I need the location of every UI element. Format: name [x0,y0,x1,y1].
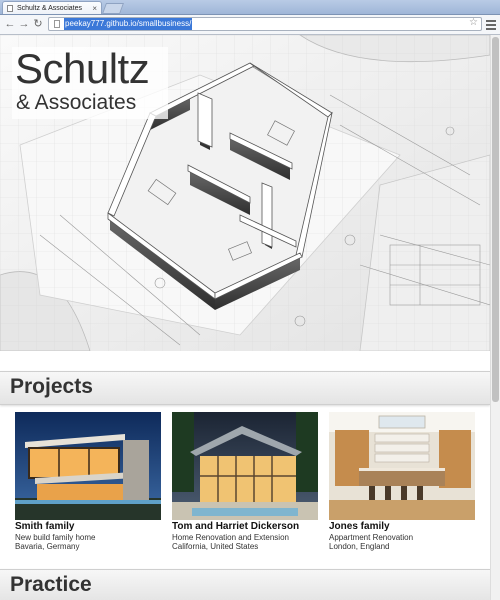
hero-title: Schultz [15,45,150,92]
project-description: Home Renovation and Extension [172,533,289,542]
menu-icon[interactable] [486,18,496,30]
project-photo-dickerson[interactable] [172,412,318,520]
close-icon[interactable]: × [92,2,97,14]
project-name: Jones family [329,521,390,532]
project-location: California, United States [172,542,259,551]
new-tab-button[interactable] [101,3,125,14]
project-description: New build family home [15,533,96,542]
address-bar[interactable]: peekay777.github.io/smallbusiness/ ☆ [48,17,482,31]
projects-heading: Projects [10,375,93,398]
page-icon [54,20,60,28]
page-viewport: Schultz & Associates Projects Smith fami… [0,35,490,600]
project-card-smith[interactable]: Smith family New build family home Bavar… [15,412,161,551]
projects-section-header: Projects [0,371,490,405]
practice-section-header: Practice [0,569,490,600]
tab-title: Schultz & Associates [17,5,82,12]
project-card-jones[interactable]: Jones family Appartment Renovation Londo… [329,412,475,551]
browser-toolbar: ← → ↻ peekay777.github.io/smallbusiness/… [0,15,500,35]
page-icon [7,5,13,12]
back-arrow-icon[interactable]: ← [3,17,17,31]
vertical-scrollbar[interactable] [490,35,500,600]
tab-strip: Schultz & Associates × [0,0,500,15]
reload-icon[interactable]: ↻ [31,17,45,31]
bookmark-star-icon[interactable]: ☆ [469,17,478,28]
hero-banner: Schultz & Associates [0,35,490,351]
project-name: Tom and Harriet Dickerson [172,521,300,532]
project-name: Smith family [15,521,75,532]
tab-schultz-associates[interactable]: Schultz & Associates × [2,1,102,14]
project-location: London, England [329,542,390,551]
forward-arrow-icon[interactable]: → [17,17,31,31]
project-photo-jones[interactable] [329,412,475,520]
project-description: Appartment Renovation [329,533,414,542]
project-card-dickerson[interactable]: Tom and Harriet Dickerson Home Renovatio… [172,412,318,551]
practice-heading: Practice [10,573,92,596]
project-location: Bavaria, Germany [15,542,80,551]
url-text[interactable]: peekay777.github.io/smallbusiness/ [64,18,193,30]
scrollbar-thumb[interactable] [492,37,499,402]
hero-subtitle: & Associates [16,91,137,114]
project-photo-smith[interactable] [15,412,161,520]
